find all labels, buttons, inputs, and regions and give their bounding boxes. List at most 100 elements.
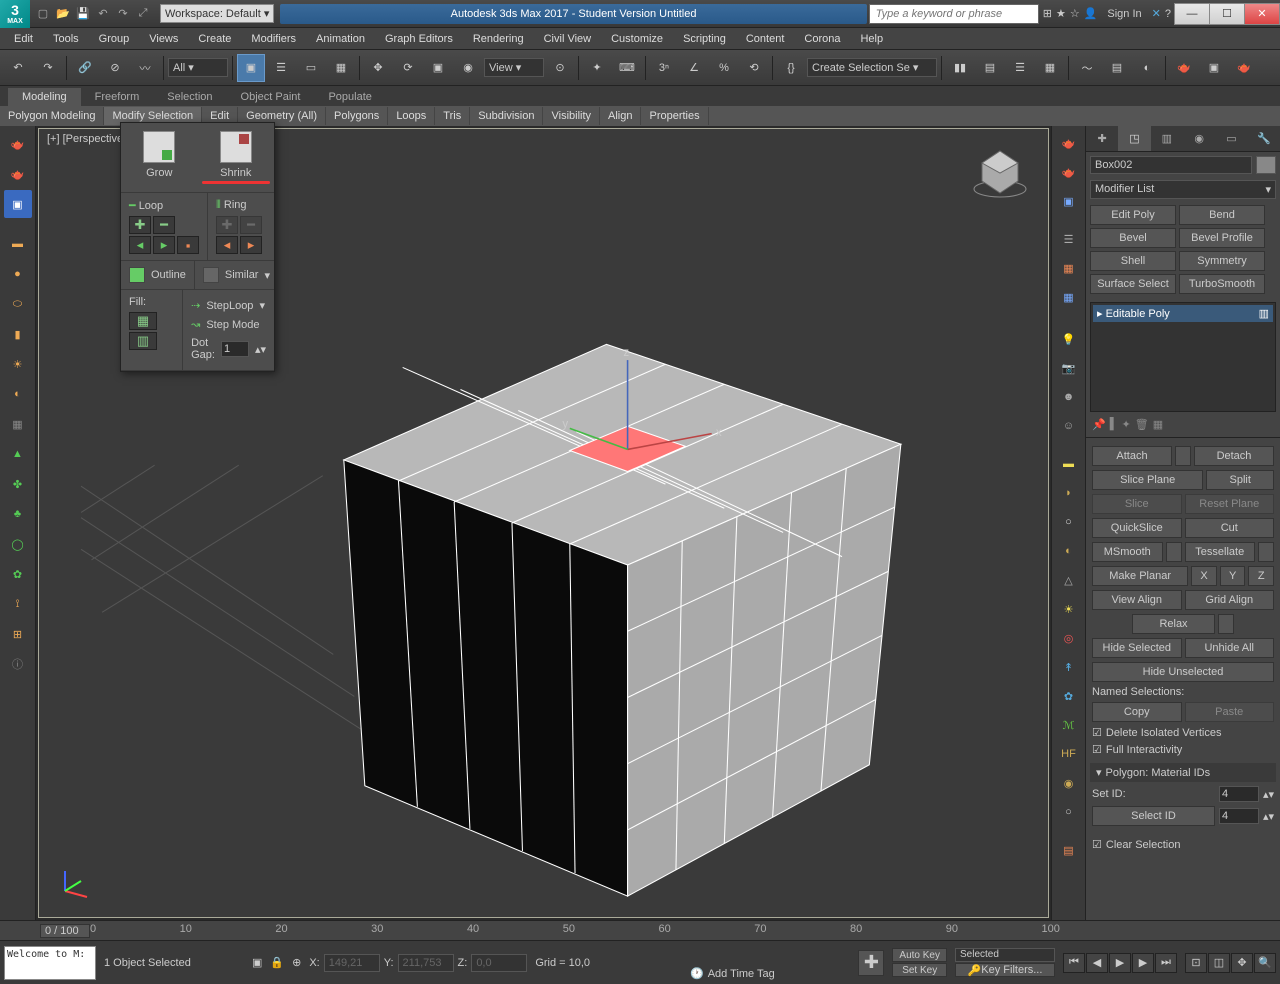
maximize-button[interactable]: ☐	[1209, 3, 1245, 25]
unlink-button[interactable]: ⊘	[101, 54, 129, 82]
render-button[interactable]: 🫖	[1230, 54, 1258, 82]
sphere-icon[interactable]: ●	[4, 260, 32, 288]
setkey-button[interactable]: Set Key	[892, 963, 947, 977]
goto-start-button[interactable]: ⏮	[1063, 953, 1085, 973]
menu-content[interactable]: Content	[736, 30, 795, 48]
object-name-input[interactable]	[1090, 156, 1252, 174]
shrink-button[interactable]: Shrink	[198, 123, 275, 192]
panel-icon[interactable]: ▤	[1056, 837, 1082, 863]
quickslice-button[interactable]: QuickSlice	[1092, 518, 1182, 538]
msmooth-settings[interactable]	[1166, 542, 1182, 562]
menu-views[interactable]: Views	[139, 30, 188, 48]
teapot-white-icon[interactable]: 🫖	[1056, 130, 1082, 156]
modbtn-editpoly[interactable]: Edit Poly	[1090, 205, 1176, 225]
isolate-button[interactable]: ⊡	[1185, 953, 1207, 973]
detach-button[interactable]: Detach	[1194, 446, 1274, 466]
subtab-align[interactable]: Align	[600, 107, 641, 125]
rotate-button[interactable]: ⟳	[394, 54, 422, 82]
modbtn-symmetry[interactable]: Symmetry	[1179, 251, 1265, 271]
loop-extright[interactable]: ▸	[153, 236, 175, 254]
xview-button[interactable]: ◫	[1208, 953, 1230, 973]
menu-animation[interactable]: Animation	[306, 30, 375, 48]
editnamed-button[interactable]: {}	[777, 54, 805, 82]
relax-button[interactable]: Relax	[1132, 614, 1215, 634]
remove-icon[interactable]: 🗑	[1135, 418, 1149, 431]
placement-button[interactable]: ◉	[454, 54, 482, 82]
tab-selection[interactable]: Selection	[153, 88, 226, 106]
modbtn-bevel[interactable]: Bevel	[1090, 228, 1176, 248]
time-slider[interactable]: 0 / 100	[40, 924, 90, 938]
next-frame-button[interactable]: ▶	[1132, 953, 1154, 973]
circle-g-icon[interactable]: ○	[1056, 799, 1082, 825]
subtab-subdivision[interactable]: Subdivision	[470, 107, 543, 125]
menu-create[interactable]: Create	[188, 30, 241, 48]
modbtn-bend[interactable]: Bend	[1179, 205, 1265, 225]
new-icon[interactable]: ▢	[34, 5, 52, 23]
tessellate-settings[interactable]	[1258, 542, 1274, 562]
box-icon[interactable]: ▬	[4, 230, 32, 258]
hideselected-button[interactable]: Hide Selected	[1092, 638, 1182, 658]
select-object-button[interactable]: ▣	[237, 54, 265, 82]
named-selection-dropdown[interactable]: Create Selection Se ▾	[807, 58, 937, 77]
light-icon[interactable]: ☀	[4, 350, 32, 378]
relax-settings[interactable]	[1218, 614, 1234, 634]
tessellate-button[interactable]: Tessellate	[1185, 542, 1256, 562]
makeplanar-button[interactable]: Make Planar	[1092, 566, 1188, 586]
attach-settings[interactable]	[1175, 446, 1191, 466]
tab-populate[interactable]: Populate	[314, 88, 385, 106]
modbtn-turbosmooth[interactable]: TurboSmooth	[1179, 274, 1265, 294]
setid-input[interactable]	[1219, 786, 1259, 802]
schematic-button[interactable]: ▤	[1103, 54, 1131, 82]
circle-w-icon[interactable]: ○	[1056, 509, 1082, 535]
attach-button[interactable]: Attach	[1092, 446, 1172, 466]
render-setup-button[interactable]: 🫖	[1170, 54, 1198, 82]
planar-z-button[interactable]: Z	[1248, 566, 1274, 586]
menu-corona[interactable]: Corona	[794, 30, 850, 48]
menu-group[interactable]: Group	[89, 30, 140, 48]
selectid-input[interactable]	[1219, 808, 1259, 824]
bind-button[interactable]: 〰	[131, 54, 159, 82]
ring-extright[interactable]: ▸	[240, 236, 262, 254]
clear-selection-checkbox[interactable]: ☑Clear Selection	[1092, 838, 1274, 851]
prev-frame-button[interactable]: ◀	[1086, 953, 1108, 973]
copy-button[interactable]: Copy	[1092, 702, 1182, 722]
grow-button[interactable]: Grow	[121, 123, 198, 192]
delete-isolated-checkbox[interactable]: ☑Delete Isolated Vertices	[1092, 726, 1274, 739]
refcoord-dropdown[interactable]: View ▾	[484, 58, 544, 77]
teapot2-icon[interactable]: 🫖	[4, 160, 32, 188]
arrow-icon[interactable]: ↟	[1056, 654, 1082, 680]
loop-dot[interactable]: ▪	[177, 236, 199, 254]
play-button[interactable]: ▶	[1109, 953, 1131, 973]
hierarchy-tab[interactable]: ▥	[1151, 126, 1183, 151]
z-coord[interactable]: 0,0	[471, 954, 527, 972]
add-time-tag[interactable]: Add Time Tag	[708, 968, 775, 980]
grid2-icon[interactable]: ▦	[1056, 255, 1082, 281]
toggle-ribbon-button[interactable]: ▦	[1036, 54, 1064, 82]
create-tab[interactable]: ✚	[1086, 126, 1118, 151]
grid-icon[interactable]: ▦	[4, 410, 32, 438]
save-icon[interactable]: 💾	[74, 5, 92, 23]
hf-icon[interactable]: HF	[1056, 741, 1082, 767]
spinner-snap-button[interactable]: ⟲	[740, 54, 768, 82]
msmooth-button[interactable]: MSmooth	[1092, 542, 1163, 562]
render-frame-button[interactable]: ▣	[1200, 54, 1228, 82]
material-button[interactable]: ◐	[1133, 54, 1161, 82]
clover-icon[interactable]: ✤	[4, 470, 32, 498]
steploop-button[interactable]: ⇢StepLoop ▾	[191, 296, 266, 315]
maxscript-prompt[interactable]: Welcome to M:	[4, 946, 96, 980]
tab-freeform[interactable]: Freeform	[81, 88, 154, 106]
unhideall-button[interactable]: Unhide All	[1185, 638, 1275, 658]
face-icon[interactable]: ☻	[1056, 384, 1082, 410]
menu-tools[interactable]: Tools	[43, 30, 89, 48]
layers2-icon[interactable]: ☰	[1056, 226, 1082, 252]
menu-civilview[interactable]: Civil View	[534, 30, 601, 48]
pivot-button[interactable]: ⊙	[546, 54, 574, 82]
zoom-button[interactable]: 🔍	[1254, 953, 1276, 973]
menu-modifiers[interactable]: Modifiers	[241, 30, 306, 48]
set-key-big[interactable]: ✚	[858, 950, 884, 976]
settings-icon[interactable]: ⊞	[4, 620, 32, 648]
percent-snap-button[interactable]: %	[710, 54, 738, 82]
coord-icon[interactable]: ⊕	[292, 956, 301, 969]
star-icon[interactable]: ★	[1056, 7, 1066, 20]
timeline[interactable]: 0 / 100 0102030405060708090100	[0, 921, 1280, 941]
